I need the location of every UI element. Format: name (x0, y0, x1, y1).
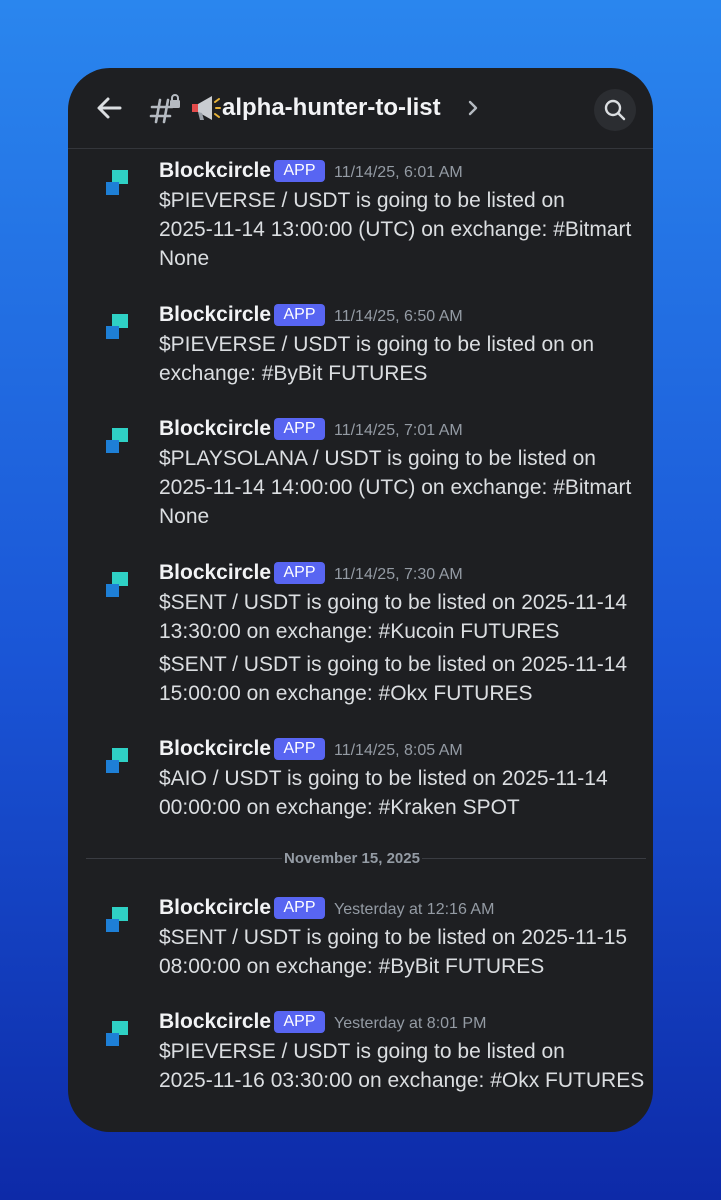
message-line: $SENT / USDT is going to be listed on 20… (159, 926, 628, 949)
megaphone-icon (192, 96, 221, 120)
message-text: $PLAYSOLANA / USDT is going to be listed… (159, 444, 647, 531)
message-text: $PIEVERSE / USDT is going to be listed o… (159, 330, 647, 388)
avatar[interactable] (102, 1019, 132, 1049)
app-badge: APP (274, 897, 325, 919)
avatar[interactable] (102, 905, 132, 935)
timestamp: 11/14/25, 6:50 AM (334, 308, 463, 325)
phone-screen: alpha-hunter-to-list Blockcircle APP 11/… (68, 68, 653, 1132)
search-icon (604, 99, 626, 121)
message-line: 2025-11-16 03:30:00 on exchange: #Okx FU… (159, 1069, 645, 1092)
timestamp: Yesterday at 12:16 AM (334, 901, 495, 918)
timestamp: 11/14/25, 6:01 AM (334, 164, 463, 181)
avatar[interactable] (102, 746, 132, 776)
app-badge: APP (274, 1011, 325, 1033)
message-line: 2025-11-14 13:00:00 (UTC) on exchange: #… (159, 218, 632, 241)
author-name[interactable]: Blockcircle (159, 560, 271, 586)
message-line: $SENT / USDT is going to be listed on 20… (159, 591, 628, 614)
message-text: $PIEVERSE / USDT is going to be listed o… (159, 186, 647, 273)
message-text: $AIO / USDT is going to be listed on 202… (159, 764, 647, 822)
message-line: $PLAYSOLANA / USDT is going to be listed… (159, 447, 596, 470)
message-line: $PIEVERSE / USDT is going to be listed o… (159, 333, 595, 356)
chevron-right-icon[interactable] (466, 96, 482, 120)
app-badge: APP (274, 738, 325, 760)
message-line: 15:00:00 on exchange: #Okx FUTURES (159, 682, 533, 705)
avatar[interactable] (102, 168, 132, 198)
author-name[interactable]: Blockcircle (159, 1009, 271, 1035)
message-line: 2025-11-14 14:00:00 (UTC) on exchange: #… (159, 476, 632, 499)
message-line: None (159, 505, 210, 528)
channel-header: alpha-hunter-to-list (68, 68, 653, 149)
avatar[interactable] (102, 312, 132, 342)
app-badge: APP (274, 418, 325, 440)
message-line: $PIEVERSE / USDT is going to be listed o… (159, 1040, 565, 1063)
timestamp: 11/14/25, 7:01 AM (334, 422, 463, 439)
timestamp: Yesterday at 8:01 PM (334, 1015, 487, 1032)
back-arrow-icon (97, 97, 122, 119)
author-name[interactable]: Blockcircle (159, 302, 271, 328)
message-line: exchange: #ByBit FUTURES (159, 362, 428, 385)
author-name[interactable]: Blockcircle (159, 158, 271, 184)
channel-name[interactable]: alpha-hunter-to-list (222, 92, 441, 124)
locked-hash-icon (149, 94, 180, 124)
date-divider-label: November 15, 2025 (282, 848, 422, 870)
message-line: 08:00:00 on exchange: #ByBit FUTURES (159, 955, 545, 978)
message-line: $PIEVERSE / USDT is going to be listed o… (159, 189, 565, 212)
message-line: $AIO / USDT is going to be listed on 202… (159, 767, 608, 790)
message-line: None (159, 247, 210, 270)
message-text: $SENT / USDT is going to be listed on 20… (159, 650, 647, 708)
message-line: 13:30:00 on exchange: #Kucoin FUTURES (159, 620, 560, 643)
app-badge: APP (274, 304, 325, 326)
message-text: $PIEVERSE / USDT is going to be listed o… (159, 1037, 647, 1095)
timestamp: 11/14/25, 7:30 AM (334, 566, 463, 583)
avatar[interactable] (102, 426, 132, 456)
avatar[interactable] (102, 570, 132, 600)
author-name[interactable]: Blockcircle (159, 895, 271, 921)
app-badge: APP (274, 562, 325, 584)
message-line: 00:00:00 on exchange: #Kraken SPOT (159, 796, 520, 819)
app-badge: APP (274, 160, 325, 182)
message-text: $SENT / USDT is going to be listed on 20… (159, 588, 647, 646)
search-button[interactable] (594, 89, 636, 131)
message-text: $SENT / USDT is going to be listed on 20… (159, 923, 647, 981)
author-name[interactable]: Blockcircle (159, 416, 271, 442)
message-line: $SENT / USDT is going to be listed on 20… (159, 653, 628, 676)
timestamp: 11/14/25, 8:05 AM (334, 742, 463, 759)
back-button[interactable] (94, 92, 126, 124)
author-name[interactable]: Blockcircle (159, 736, 271, 762)
